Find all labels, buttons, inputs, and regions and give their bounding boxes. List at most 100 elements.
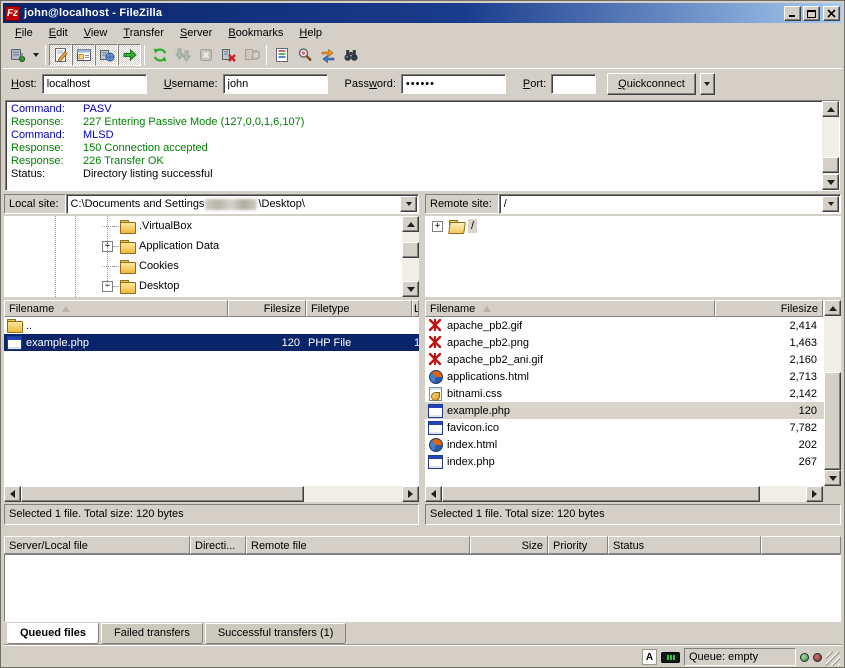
tab-failed-transfers[interactable]: Failed transfers — [101, 623, 203, 644]
local-site-combo[interactable]: C:\Documents and Settings\Desktop\ — [66, 194, 419, 214]
remote-list-scrollbar[interactable] — [824, 300, 841, 486]
host-input[interactable] — [42, 74, 147, 94]
scroll-down-button[interactable] — [402, 281, 419, 297]
scroll-thumb[interactable] — [822, 157, 839, 173]
scroll-thumb[interactable] — [21, 486, 304, 502]
minimize-button[interactable] — [784, 6, 801, 21]
scroll-left-button[interactable] — [425, 486, 442, 502]
quickconnect-dropdown[interactable] — [700, 73, 715, 95]
find-files-button[interactable] — [339, 44, 362, 66]
file-row[interactable]: apache_pb2.png 1,463 — [425, 334, 841, 351]
menu-edit[interactable]: Edit — [41, 25, 76, 41]
arrow-up-icon — [407, 222, 415, 227]
file-row-example-php[interactable]: example.php 120 — [425, 402, 841, 419]
toggle-message-log-button[interactable] — [49, 44, 72, 66]
queue-list[interactable] — [4, 554, 841, 622]
file-row[interactable]: apache_pb2_ani.gif 2,160 — [425, 351, 841, 368]
menu-view[interactable]: View — [76, 25, 116, 41]
column-header-remote-file[interactable]: Remote file — [246, 536, 470, 554]
site-manager-dropdown[interactable] — [29, 44, 42, 66]
column-header-status[interactable]: Status — [608, 536, 761, 554]
scroll-up-button[interactable] — [824, 300, 841, 316]
file-row-example-php[interactable]: example.php 120 PHP File 1 — [4, 334, 419, 351]
site-manager-button[interactable] — [6, 44, 29, 66]
column-header-lastmodified[interactable]: L — [412, 300, 419, 317]
resize-grip[interactable] — [826, 652, 840, 666]
file-row[interactable]: index.html 202 — [425, 436, 841, 453]
filezilla-window: Fz john@localhost - FileZilla File Edit … — [0, 0, 845, 668]
scroll-right-button[interactable] — [806, 486, 823, 502]
file-row[interactable]: index.php 267 — [425, 453, 841, 470]
arrow-up-icon — [829, 306, 837, 311]
remote-site-combo-dropdown[interactable] — [822, 196, 839, 212]
file-row[interactable]: applications.html 2,713 — [425, 368, 841, 385]
username-input[interactable] — [223, 74, 328, 94]
local-path-suffix: \Desktop\ — [258, 198, 304, 210]
menu-file[interactable]: File — [7, 25, 41, 41]
directory-filters-button[interactable] — [270, 44, 293, 66]
password-input[interactable] — [401, 74, 506, 94]
column-header-direction[interactable]: Directi... — [190, 536, 246, 554]
menu-transfer[interactable]: Transfer — [115, 25, 172, 41]
tree-item-root[interactable]: + / — [425, 216, 841, 236]
scroll-thumb[interactable] — [824, 372, 841, 470]
local-tree-scrollbar[interactable] — [402, 216, 419, 297]
maximize-button[interactable] — [803, 6, 820, 21]
folder-icon — [119, 260, 136, 273]
port-input[interactable] — [551, 74, 596, 94]
tree-item-desktop[interactable]: − Desktop — [4, 276, 419, 296]
close-button[interactable] — [823, 6, 840, 21]
column-header-size[interactable]: Size — [470, 536, 548, 554]
column-header-priority[interactable]: Priority — [548, 536, 608, 554]
horizontal-splitter[interactable] — [3, 525, 842, 536]
tab-successful-transfers[interactable]: Successful transfers (1) — [205, 623, 347, 644]
log-scrollbar[interactable] — [822, 101, 839, 190]
scroll-down-button[interactable] — [822, 174, 839, 190]
tree-item-cookies[interactable]: Cookies — [4, 256, 419, 276]
local-horizontal-scrollbar[interactable] — [4, 486, 419, 502]
file-row[interactable]: bitnami.css 2,142 — [425, 385, 841, 402]
menu-server[interactable]: Server — [172, 25, 220, 41]
quickconnect-button[interactable]: Quickconnect — [607, 73, 696, 95]
scroll-up-button[interactable] — [822, 101, 839, 117]
menu-bookmarks[interactable]: Bookmarks — [220, 25, 291, 41]
scroll-thumb[interactable] — [442, 486, 760, 502]
local-site-combo-dropdown[interactable] — [400, 196, 417, 212]
column-header-filename[interactable]: Filename — [425, 300, 715, 317]
toggle-remote-tree-button[interactable] — [95, 44, 118, 66]
speed-limits-icon[interactable] — [661, 652, 680, 663]
toggle-local-tree-button[interactable] — [72, 44, 95, 66]
toggle-transfer-queue-button[interactable] — [118, 44, 141, 66]
disconnect-button[interactable] — [217, 44, 240, 66]
scroll-up-button[interactable] — [402, 216, 419, 232]
scroll-right-button[interactable] — [402, 486, 419, 502]
reconnect-button[interactable] — [240, 44, 263, 66]
process-queue-button[interactable] — [171, 44, 194, 66]
file-row-parent-dir[interactable]: .. — [4, 317, 419, 334]
tab-queued-files[interactable]: Queued files — [7, 623, 99, 644]
scroll-down-button[interactable] — [824, 470, 841, 486]
directory-comparison-button[interactable] — [293, 44, 316, 66]
column-header-server-local-file[interactable]: Server/Local file — [4, 536, 190, 554]
expand-plus-icon[interactable]: + — [432, 221, 443, 232]
tree-item-virtualbox[interactable]: .VirtualBox — [4, 216, 419, 236]
remote-site-combo[interactable]: / — [499, 194, 841, 214]
log-line: Response:226 Transfer OK — [11, 155, 819, 168]
remote-horizontal-scrollbar[interactable] — [425, 486, 823, 502]
refresh-button[interactable] — [148, 44, 171, 66]
column-header-filename[interactable]: Filename — [4, 300, 228, 317]
cancel-operation-button[interactable] — [194, 44, 217, 66]
column-header-filetype[interactable]: Filetype — [306, 300, 412, 317]
arrow-down-icon — [829, 476, 837, 481]
local-selection-status: Selected 1 file. Total size: 120 bytes — [4, 504, 419, 525]
column-header-filesize[interactable]: Filesize — [715, 300, 823, 317]
scroll-thumb[interactable] — [402, 242, 419, 258]
file-row[interactable]: apache_pb2.gif 2,414 — [425, 317, 841, 334]
menu-help[interactable]: Help — [291, 25, 330, 41]
file-row[interactable]: favicon.ico 7,782 — [425, 419, 841, 436]
synchronized-browsing-button[interactable] — [316, 44, 339, 66]
column-header-filesize[interactable]: Filesize — [228, 300, 306, 317]
tree-item-application-data[interactable]: + Application Data — [4, 236, 419, 256]
scroll-left-button[interactable] — [4, 486, 21, 502]
php-file-icon — [6, 336, 23, 349]
